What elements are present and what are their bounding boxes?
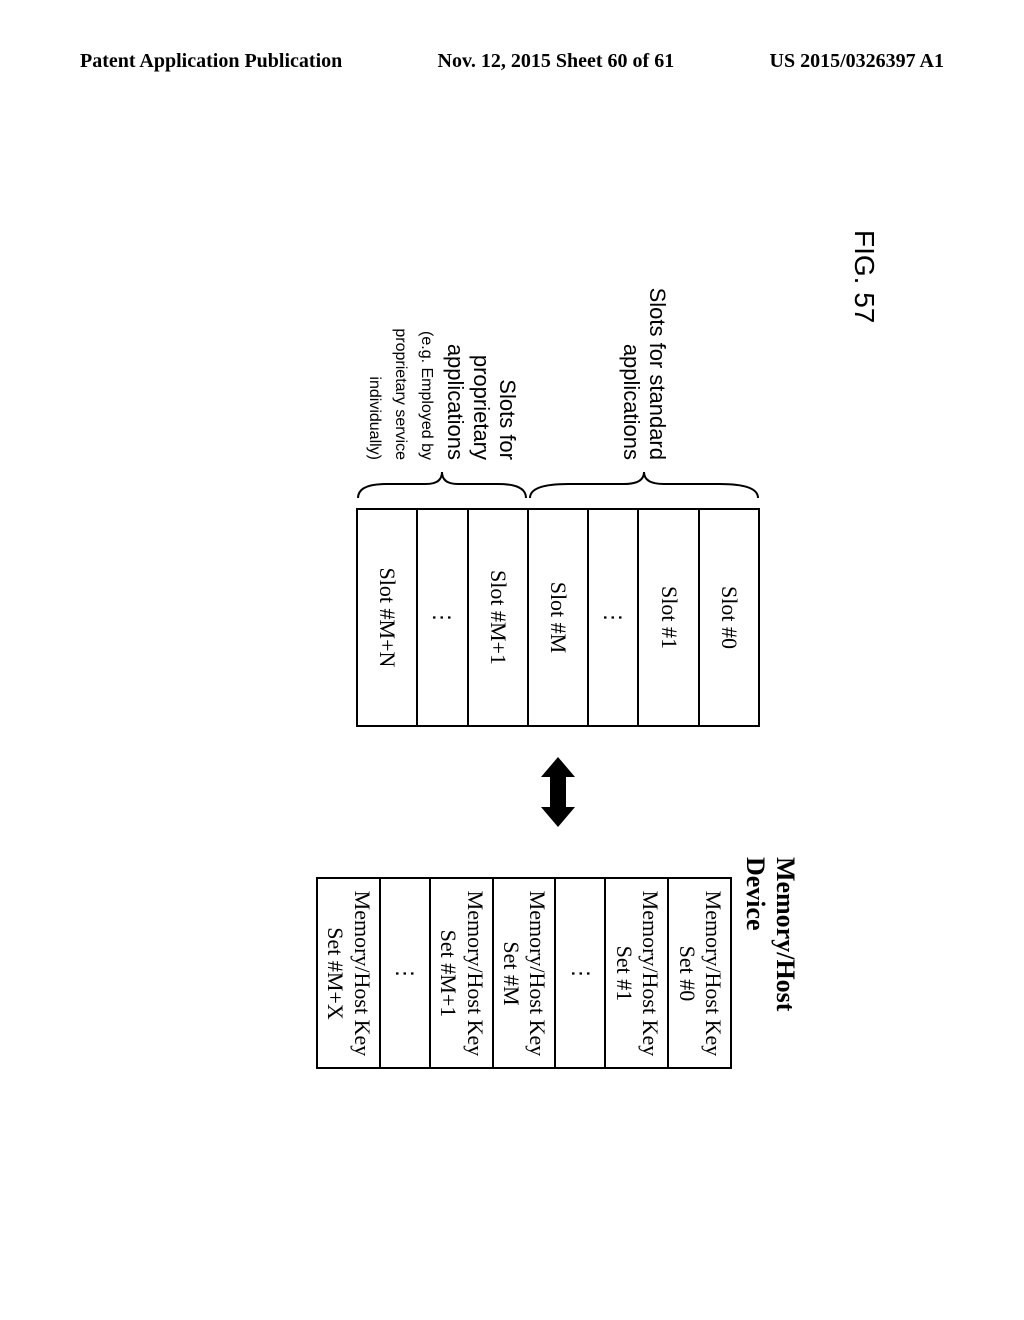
- keyset-cell-dots: ⋮: [555, 878, 605, 1068]
- keyset-cell: Memory/Host Key Set #M: [493, 878, 556, 1068]
- keyset-section: Memory/Host Device Memory/Host Key Set #…: [316, 857, 800, 1090]
- proprietary-apps-label: Slots for proprietary applications (e.g.…: [364, 270, 520, 470]
- keyset-cell: Memory/Host Key Set #1: [605, 878, 668, 1068]
- bracket-labels: Slots for standard applications Slots fo…: [356, 270, 760, 500]
- keyset-cell-dots: ⋮: [380, 878, 430, 1068]
- diagram: FIG. 57 Slots for standard applications …: [200, 230, 820, 1090]
- header-right: US 2015/0326397 A1: [770, 50, 944, 73]
- standard-apps-label: Slots for standard applications: [618, 270, 670, 470]
- slot-cell: Slot #M: [528, 509, 588, 726]
- figure-label: FIG. 57: [848, 230, 880, 323]
- slot-section: Slots for standard applications Slots fo…: [356, 270, 760, 727]
- slot-cell-dots: ⋮: [588, 509, 638, 726]
- device-title: Memory/Host Device: [740, 857, 800, 1090]
- slot-table: Slot #0 Slot #1 ⋮ Slot #M Slot #M+1 ⋮ Sl…: [356, 508, 760, 727]
- slot-cell: Slot #0: [699, 509, 759, 726]
- slot-cell: Slot #M+1: [468, 509, 528, 726]
- brace-icon: [356, 470, 528, 500]
- brace-icon: [528, 470, 760, 500]
- keyset-table: Memory/Host Key Set #0 Memory/Host Key S…: [316, 877, 732, 1069]
- header-left: Patent Application Publication: [80, 50, 342, 73]
- keyset-cell: Memory/Host Key Set #M+X: [317, 878, 380, 1068]
- double-arrow-icon: [533, 757, 583, 827]
- keyset-cell: Memory/Host Key Set #M+1: [430, 878, 493, 1068]
- slot-cell: Slot #M+N: [357, 509, 417, 726]
- slot-cell-dots: ⋮: [417, 509, 467, 726]
- arrow-column: [533, 757, 583, 827]
- header-center: Nov. 12, 2015 Sheet 60 of 61: [438, 50, 675, 73]
- tables-area: Slots for standard applications Slots fo…: [316, 270, 800, 1090]
- page-header: Patent Application Publication Nov. 12, …: [0, 0, 1024, 93]
- keyset-cell: Memory/Host Key Set #0: [668, 878, 731, 1068]
- slot-cell: Slot #1: [638, 509, 698, 726]
